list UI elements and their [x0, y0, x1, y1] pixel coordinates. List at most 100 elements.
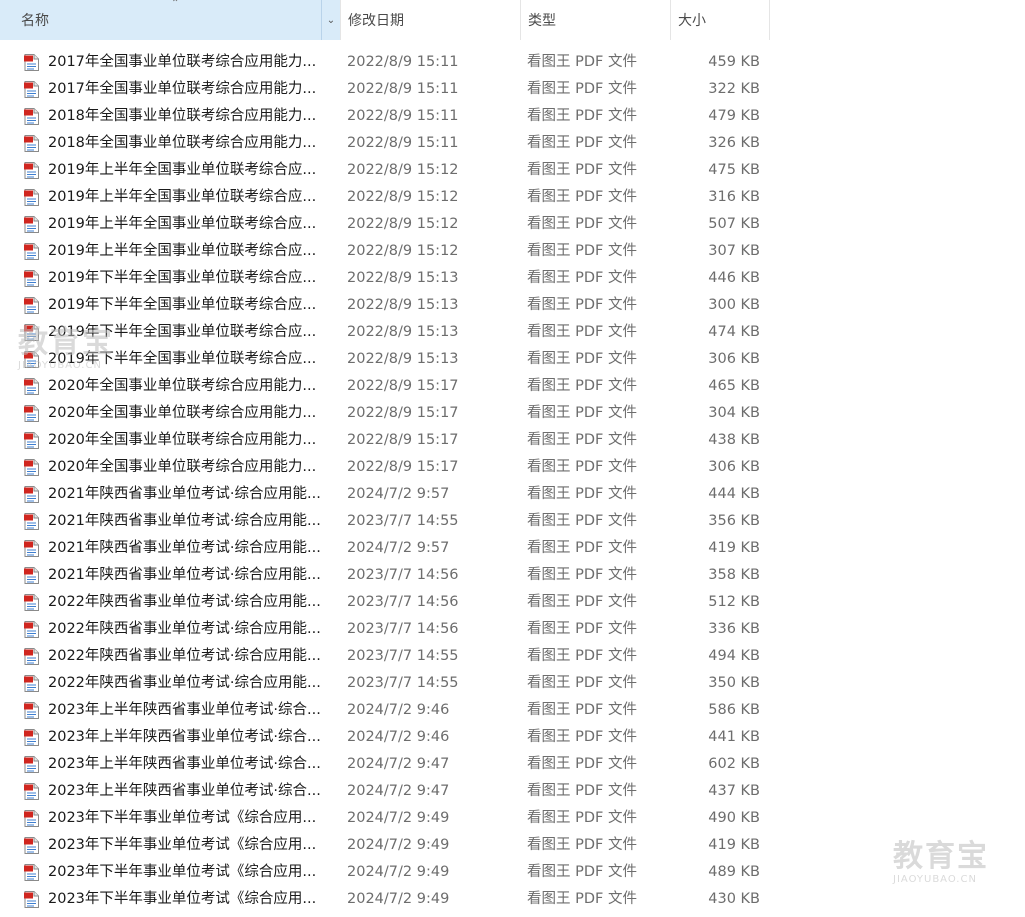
file-row[interactable]: 2021年陕西省事业单位考试·综合应用能... 2024/7/2 9:57 看图王 … — [0, 481, 770, 508]
file-modified-date: 2022/8/9 15:11 — [347, 54, 459, 70]
column-header-type[interactable]: 类型 — [520, 0, 670, 40]
file-type: 看图王 PDF 文件 — [527, 405, 637, 421]
file-name: 2019年下半年全国事业单位联考综合应... — [48, 270, 317, 286]
file-name: 2020年全国事业单位联考综合应用能力... — [48, 459, 317, 475]
file-row[interactable]: 2023年下半年事业单位考试《综合应用... 2024/7/2 9:49 看图王 P… — [0, 805, 770, 832]
file-type: 看图王 PDF 文件 — [527, 81, 637, 97]
file-modified-date: 2023/7/7 14:55 — [347, 513, 459, 529]
file-modified-date: 2022/8/9 15:11 — [347, 81, 459, 97]
file-name: 2023年下半年事业单位考试《综合应用... — [48, 891, 317, 907]
column-header-bar: ⌃ 名称 ⌄ 修改日期 类型 大小 — [0, 0, 770, 40]
file-row[interactable]: 2017年全国事业单位联考综合应用能力... 2022/8/9 15:11 看图王 … — [0, 49, 770, 76]
file-row[interactable]: 2020年全国事业单位联考综合应用能力... 2022/8/9 15:17 看图王 … — [0, 400, 770, 427]
file-row[interactable]: 2022年陕西省事业单位考试·综合应用能... 2023/7/7 14:56 看图王… — [0, 589, 770, 616]
file-row[interactable]: 2019年下半年全国事业单位联考综合应... 2022/8/9 15:13 看图王 … — [0, 319, 770, 346]
file-row[interactable]: 2019年上半年全国事业单位联考综合应... 2022/8/9 15:12 看图王 … — [0, 184, 770, 211]
file-size: 474 KB — [708, 324, 760, 340]
file-type: 看图王 PDF 文件 — [527, 783, 637, 799]
file-row[interactable]: 2022年陕西省事业单位考试·综合应用能... 2023/7/7 14:55 看图王… — [0, 643, 770, 670]
pdf-file-icon — [24, 135, 39, 152]
file-modified-date: 2022/8/9 15:13 — [347, 351, 459, 367]
file-name: 2017年全国事业单位联考综合应用能力... — [48, 54, 317, 70]
file-row[interactable]: 2023年上半年陕西省事业单位考试·综合... 2024/7/2 9:47 看图王 … — [0, 778, 770, 805]
file-size: 602 KB — [708, 756, 760, 772]
pdf-file-icon — [24, 594, 39, 611]
file-modified-date: 2024/7/2 9:57 — [347, 540, 450, 556]
file-row[interactable]: 2020年全国事业单位联考综合应用能力... 2022/8/9 15:17 看图王 … — [0, 427, 770, 454]
file-row[interactable]: 2023年上半年陕西省事业单位考试·综合... 2024/7/2 9:46 看图王 … — [0, 724, 770, 751]
file-size: 586 KB — [708, 702, 760, 718]
file-type: 看图王 PDF 文件 — [527, 810, 637, 826]
pdf-file-icon — [24, 513, 39, 530]
file-name: 2021年陕西省事业单位考试·综合应用能... — [48, 540, 321, 556]
file-modified-date: 2022/8/9 15:12 — [347, 243, 459, 259]
file-row[interactable]: 2019年下半年全国事业单位联考综合应... 2022/8/9 15:13 看图王 … — [0, 265, 770, 292]
chevron-down-icon[interactable]: ⌄ — [321, 0, 340, 40]
file-modified-date: 2022/8/9 15:17 — [347, 459, 459, 475]
file-type: 看图王 PDF 文件 — [527, 756, 637, 772]
file-size: 350 KB — [708, 675, 760, 691]
file-size: 475 KB — [708, 162, 760, 178]
file-type: 看图王 PDF 文件 — [527, 675, 637, 691]
pdf-file-icon — [24, 783, 39, 800]
pdf-file-icon — [24, 378, 39, 395]
column-header-type-label: 类型 — [528, 13, 556, 29]
file-row[interactable]: 2022年陕西省事业单位考试·综合应用能... 2023/7/7 14:56 看图王… — [0, 616, 770, 643]
pdf-file-icon — [24, 810, 39, 827]
file-name: 2023年下半年事业单位考试《综合应用... — [48, 810, 317, 826]
file-type: 看图王 PDF 文件 — [527, 486, 637, 502]
file-type: 看图王 PDF 文件 — [527, 594, 637, 610]
file-type: 看图王 PDF 文件 — [527, 54, 637, 70]
file-row[interactable]: 2019年上半年全国事业单位联考综合应... 2022/8/9 15:12 看图王 … — [0, 238, 770, 265]
file-row[interactable]: 2023年下半年事业单位考试《综合应用... 2024/7/2 9:49 看图王 P… — [0, 886, 770, 913]
watermark-logo: 教育宝 JIAOYUBAO.CN — [893, 839, 989, 886]
file-name: 2017年全国事业单位联考综合应用能力... — [48, 81, 317, 97]
pdf-file-icon — [24, 405, 39, 422]
file-size: 490 KB — [708, 810, 760, 826]
pdf-file-icon — [24, 756, 39, 773]
file-modified-date: 2023/7/7 14:56 — [347, 621, 459, 637]
file-row[interactable]: 2017年全国事业单位联考综合应用能力... 2022/8/9 15:11 看图王 … — [0, 76, 770, 103]
file-row[interactable]: 2021年陕西省事业单位考试·综合应用能... 2024/7/2 9:57 看图王 … — [0, 535, 770, 562]
file-row[interactable]: 2023年下半年事业单位考试《综合应用... 2024/7/2 9:49 看图王 P… — [0, 832, 770, 859]
file-type: 看图王 PDF 文件 — [527, 135, 637, 151]
file-name: 2022年陕西省事业单位考试·综合应用能... — [48, 621, 321, 637]
file-modified-date: 2022/8/9 15:11 — [347, 135, 459, 151]
file-row[interactable]: 2018年全国事业单位联考综合应用能力... 2022/8/9 15:11 看图王 … — [0, 130, 770, 157]
column-header-name[interactable]: ⌃ 名称 ⌄ — [0, 0, 340, 40]
file-name: 2023年上半年陕西省事业单位考试·综合... — [48, 729, 321, 745]
file-size: 479 KB — [708, 108, 760, 124]
column-header-date[interactable]: 修改日期 — [340, 0, 520, 40]
column-header-size[interactable]: 大小 — [670, 0, 770, 40]
file-type: 看图王 PDF 文件 — [527, 459, 637, 475]
file-row[interactable]: 2019年上半年全国事业单位联考综合应... 2022/8/9 15:12 看图王 … — [0, 211, 770, 238]
file-size: 507 KB — [708, 216, 760, 232]
file-name: 2021年陕西省事业单位考试·综合应用能... — [48, 567, 321, 583]
file-row[interactable]: 2019年上半年全国事业单位联考综合应... 2022/8/9 15:12 看图王 … — [0, 157, 770, 184]
pdf-file-icon — [24, 837, 39, 854]
file-size: 437 KB — [708, 783, 760, 799]
file-row[interactable]: 2023年上半年陕西省事业单位考试·综合... 2024/7/2 9:46 看图王 … — [0, 697, 770, 724]
file-modified-date: 2022/8/9 15:13 — [347, 297, 459, 313]
file-row[interactable]: 2018年全国事业单位联考综合应用能力... 2022/8/9 15:11 看图王 … — [0, 103, 770, 130]
file-row[interactable]: 2021年陕西省事业单位考试·综合应用能... 2023/7/7 14:55 看图王… — [0, 508, 770, 535]
file-size: 307 KB — [708, 243, 760, 259]
file-type: 看图王 PDF 文件 — [527, 729, 637, 745]
watermark-text: 教育宝 — [893, 839, 989, 874]
file-row[interactable]: 2019年下半年全国事业单位联考综合应... 2022/8/9 15:13 看图王 … — [0, 346, 770, 373]
watermark-subtext: JIAOYUBAO.CN — [893, 874, 977, 885]
file-row[interactable]: 2023年上半年陕西省事业单位考试·综合... 2024/7/2 9:47 看图王 … — [0, 751, 770, 778]
file-row[interactable]: 2022年陕西省事业单位考试·综合应用能... 2023/7/7 14:55 看图王… — [0, 670, 770, 697]
file-row[interactable]: 2020年全国事业单位联考综合应用能力... 2022/8/9 15:17 看图王 … — [0, 454, 770, 481]
file-modified-date: 2022/8/9 15:13 — [347, 270, 459, 286]
file-row[interactable]: 2019年下半年全国事业单位联考综合应... 2022/8/9 15:13 看图王 … — [0, 292, 770, 319]
file-row[interactable]: 2023年下半年事业单位考试《综合应用... 2024/7/2 9:49 看图王 P… — [0, 859, 770, 886]
pdf-file-icon — [24, 702, 39, 719]
file-size: 444 KB — [708, 486, 760, 502]
file-row[interactable]: 2020年全国事业单位联考综合应用能力... 2022/8/9 15:17 看图王 … — [0, 373, 770, 400]
file-name: 2020年全国事业单位联考综合应用能力... — [48, 432, 317, 448]
file-size: 306 KB — [708, 459, 760, 475]
pdf-file-icon — [24, 459, 39, 476]
file-row[interactable]: 2021年陕西省事业单位考试·综合应用能... 2023/7/7 14:56 看图王… — [0, 562, 770, 589]
file-size: 322 KB — [708, 81, 760, 97]
